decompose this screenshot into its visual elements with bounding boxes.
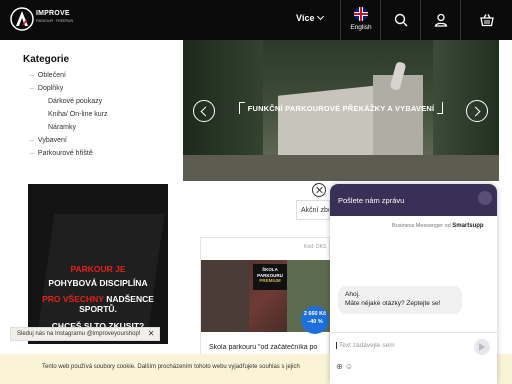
uk-flag-icon <box>354 7 368 21</box>
product-name[interactable]: Škola parkouru "od začátečníka po <box>209 344 329 351</box>
product-code: Kód: OKS <box>304 244 327 250</box>
slider-next-arrow-icon[interactable] <box>466 100 488 122</box>
discount-label: –40 % <box>307 318 323 325</box>
chat-header[interactable]: Pošlete nám zprávu <box>330 184 497 216</box>
categories-title: Kategorie <box>23 54 70 65</box>
close-icon[interactable] <box>312 183 326 197</box>
basket-icon <box>479 14 494 27</box>
hero-caption[interactable]: FUNKČNÍ PARKOUROVÉ PŘEKÁŽKY A VYBAVENÍ <box>239 102 443 114</box>
instagram-tooltip[interactable]: Sleduj nás na Instagramu @improveyoursho… <box>10 327 160 341</box>
cart-button[interactable] <box>460 0 512 40</box>
slider-prev-arrow-icon[interactable] <box>193 100 215 122</box>
chat-message-bubble: Ahoj. Máte nějaké otázky? Zeptejte se! <box>338 286 462 314</box>
send-icon[interactable] <box>474 339 490 355</box>
category-label: Dárkové poukazy <box>48 98 103 105</box>
promo-line: PARKOUR JE <box>70 264 126 274</box>
chat-attach-emoji-icons[interactable]: ⊕ ☺ <box>336 362 353 371</box>
category-bracelets[interactable]: Náramky <box>48 124 76 131</box>
user-icon <box>434 13 447 27</box>
search-icon <box>394 13 407 27</box>
category-label: Doplňky <box>37 85 64 92</box>
category-label: Kniha/ On-line kurz <box>48 111 108 118</box>
chat-widget[interactable]: Pošlete nám zprávu Business Messenger od… <box>330 184 497 384</box>
category-label: Oblečení <box>37 72 66 79</box>
category-gift-vouchers[interactable]: Dárkové poukazy <box>48 98 102 105</box>
nav-more-menu[interactable]: Více <box>296 12 324 23</box>
chat-title: Pošlete nám zprávu <box>338 196 405 205</box>
chat-provider[interactable]: Business Messenger od Smartsupp <box>392 223 484 229</box>
category-label: Náramky <box>48 124 77 131</box>
chat-input[interactable]: Text zadávejte sem <box>336 342 466 349</box>
cookie-text: Tento web používá soubory cookie. Dalším… <box>42 364 300 370</box>
nav-more-label: Více <box>296 13 315 23</box>
product-image-title: ŠKOLA PARKOURU PREMIUM <box>253 264 287 290</box>
hero-slider[interactable]: FUNKČNÍ PARKOUROVÉ PŘEKÁŽKY A VYBAVENÍ <box>183 40 499 181</box>
promo-line: POHYBOVÁ DISCIPLÍNA <box>48 278 148 288</box>
close-icon[interactable]: ✕ <box>148 329 155 338</box>
brand-logo[interactable]: IMPROVE PARKOUR · FREERUN <box>10 6 74 34</box>
sale-filter-button[interactable]: Akční zboží <box>296 200 330 220</box>
promo-banner[interactable]: PARKOUR JE POHYBOVÁ DISCIPLÍNA PRO VŠECH… <box>28 184 168 344</box>
chat-minimize-button[interactable] <box>478 191 492 205</box>
chevron-down-icon <box>316 12 324 21</box>
smartsupp-logo: Smartsupp <box>452 223 484 229</box>
category-accessories[interactable]: – Doplňky <box>30 85 63 92</box>
price-badge: 2 660 Kč –40 % <box>301 306 329 334</box>
category-equipment[interactable]: – Vybavení <box>30 137 67 144</box>
site-header: IMPROVE PARKOUR · FREERUN Více English <box>0 0 512 40</box>
category-label: Parkourové hřiště <box>37 150 93 157</box>
product-price: 2 660 Kč <box>303 311 327 317</box>
hero-photo-obstacle <box>278 84 388 166</box>
logo-text: IMPROVE <box>36 10 70 17</box>
category-clothing[interactable]: – Oblečení <box>30 72 66 79</box>
language-label: English <box>350 24 372 31</box>
account-button[interactable] <box>420 0 460 40</box>
language-switch[interactable]: English <box>340 0 380 40</box>
instagram-text: Sleduj nás na Instagramu @improveyoursho… <box>17 331 141 337</box>
category-parkour-park[interactable]: – Parkourové hřiště <box>30 150 93 157</box>
product-card[interactable]: Kód: OKS ŠKOLA PARKOURU PREMIUM 2 660 Kč… <box>200 237 331 367</box>
promo-line: PRO VŠECHNY NADŠENCE SPORTŮ. <box>42 294 154 314</box>
search-button[interactable] <box>380 0 420 40</box>
logo-tagline: PARKOUR · FREERUN <box>36 19 74 23</box>
category-book-course[interactable]: Kniha/ On-line kurz <box>48 111 108 118</box>
category-label: Vybavení <box>37 137 67 144</box>
logo-mark-icon <box>10 7 34 31</box>
